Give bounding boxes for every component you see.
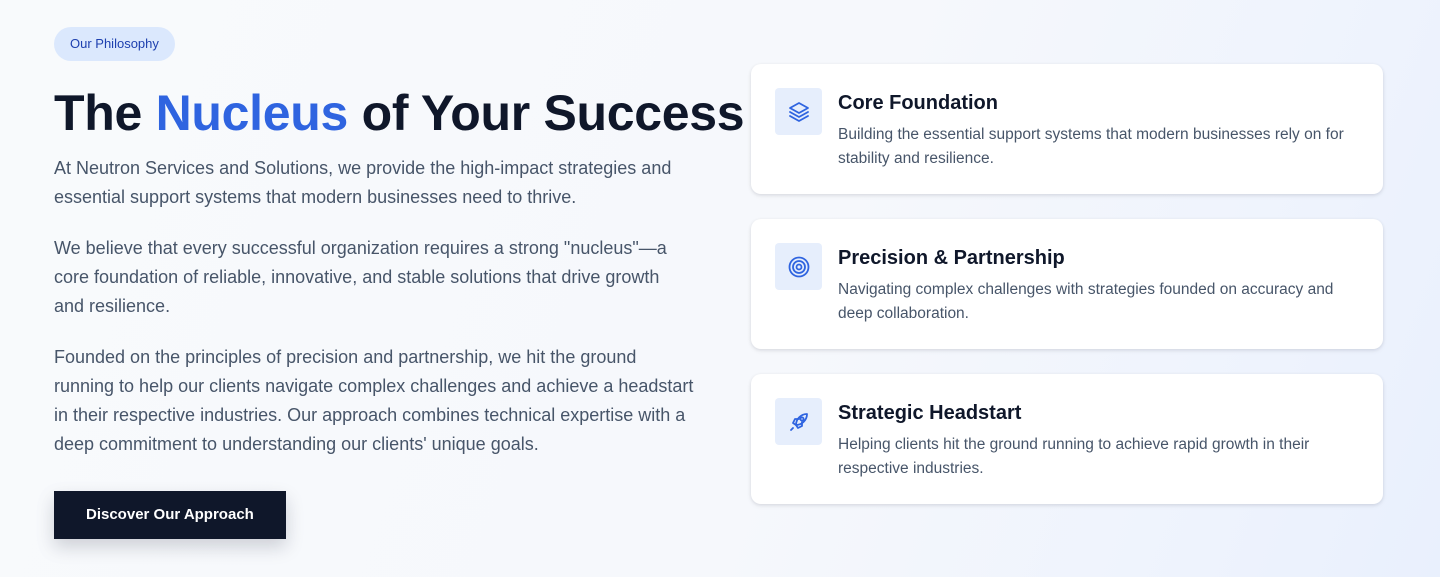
card-title: Core Foundation <box>838 92 998 114</box>
card-description: Helping clients hit the ground running t… <box>838 436 1310 477</box>
section-badge: Our Philosophy <box>54 27 175 61</box>
feature-card-precision-partnership: Precision & Partnership Navigating compl… <box>751 219 1383 349</box>
intro-paragraph: At Neutron Services and Solutions, we pr… <box>54 158 672 207</box>
page-title: The Nucleus of Your Success <box>54 85 745 141</box>
card-title: Strategic Headstart <box>838 402 1022 424</box>
card-description: Building the essential support systems t… <box>838 126 1344 167</box>
headline-part2: of Your Success <box>348 85 745 141</box>
target-icon <box>775 243 822 290</box>
rocket-icon <box>775 398 822 445</box>
layers-icon <box>775 88 822 135</box>
founding-paragraph: Founded on the principles of precision a… <box>54 347 694 454</box>
headline-part1: The <box>54 85 156 141</box>
card-title: Precision & Partnership <box>838 247 1065 269</box>
card-description: Navigating complex challenges with strat… <box>838 281 1334 322</box>
discover-approach-button[interactable]: Discover Our Approach <box>54 491 286 539</box>
belief-paragraph: We believe that every successful organiz… <box>54 238 667 316</box>
feature-card-strategic-headstart: Strategic Headstart Helping clients hit … <box>751 374 1383 504</box>
feature-card-core-foundation: Core Foundation Building the essential s… <box>751 64 1383 194</box>
headline-accent: Nucleus <box>155 85 349 141</box>
feature-cards: Core Foundation Building the essential s… <box>751 64 1383 529</box>
philosophy-intro: Our Philosophy The Nucleus of Your Succe… <box>54 27 745 539</box>
